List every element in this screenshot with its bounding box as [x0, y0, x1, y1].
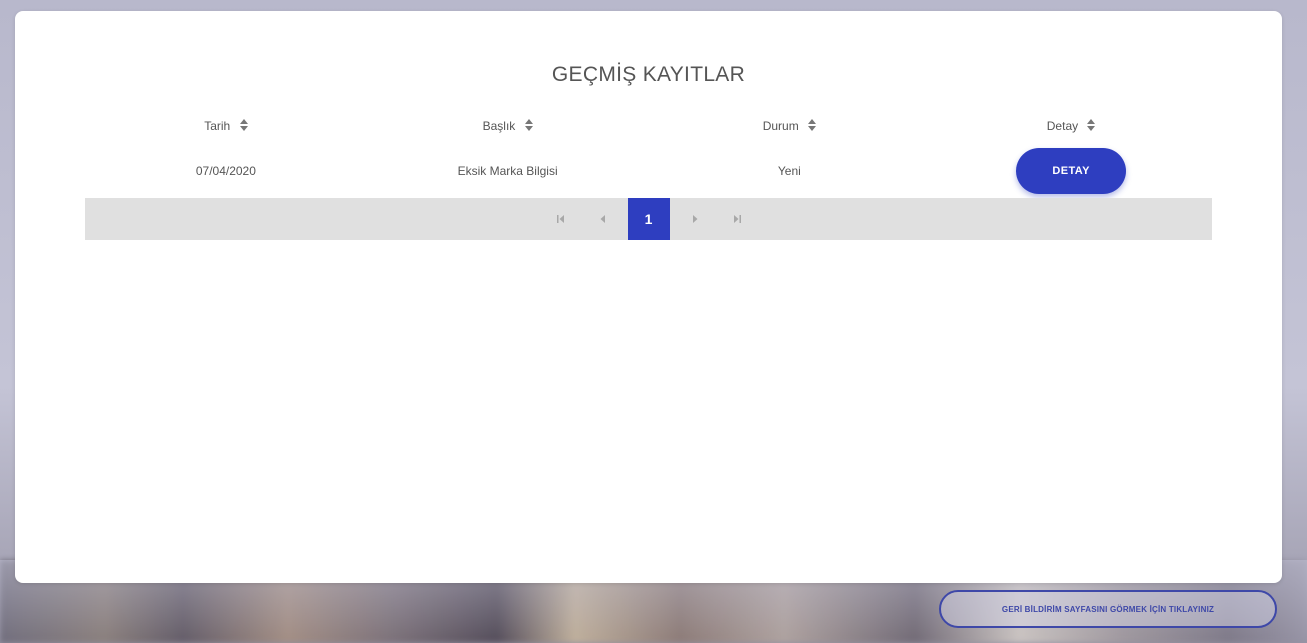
records-table: Tarih Başlık Durum Detay 07/04/2020 Eksi…: [85, 107, 1212, 197]
column-header-label: Durum: [762, 119, 799, 133]
prev-page-icon: [600, 215, 605, 223]
cell-durum: Yeni: [777, 164, 801, 178]
sort-icon: [808, 119, 817, 131]
column-header-label: Başlık: [482, 119, 516, 133]
pagination-bar: 1: [85, 198, 1212, 240]
page-number-button[interactable]: 1: [627, 198, 670, 240]
history-card: GEÇMİŞ KAYITLAR Tarih Başlık Durum Detay…: [15, 11, 1282, 583]
cell-detay: DETAY: [930, 148, 1212, 194]
cell-tarih: 07/04/2020: [195, 164, 256, 178]
column-header-durum[interactable]: Durum: [649, 119, 931, 133]
prev-page-button[interactable]: [582, 198, 624, 240]
column-header-detay[interactable]: Detay: [930, 119, 1212, 133]
next-page-button[interactable]: [674, 198, 716, 240]
table-header-row: Tarih Başlık Durum Detay: [85, 107, 1212, 145]
sort-icon: [239, 119, 248, 131]
first-page-button[interactable]: [540, 198, 582, 240]
cell-baslik: Eksik Marka Bilgisi: [457, 164, 558, 178]
first-page-icon: [556, 215, 564, 223]
column-header-baslik[interactable]: Başlık: [367, 119, 649, 133]
page-title: GEÇMİŞ KAYITLAR: [551, 63, 746, 86]
detail-button[interactable]: DETAY: [1016, 148, 1127, 194]
column-header-label: Tarih: [204, 119, 231, 133]
column-header-label: Detay: [1046, 119, 1079, 133]
column-header-tarih[interactable]: Tarih: [85, 119, 367, 133]
next-page-icon: [692, 215, 697, 223]
last-page-icon: [733, 215, 741, 223]
last-page-button[interactable]: [716, 198, 758, 240]
page: GEÇMİŞ KAYITLAR Tarih Başlık Durum Detay…: [0, 0, 1307, 643]
feedback-page-button[interactable]: GERİ BİLDİRİM SAYFASINI GÖRMEK İÇİN TIKL…: [939, 590, 1277, 628]
sort-icon: [1087, 119, 1096, 131]
table-row: 07/04/2020 Eksik Marka Bilgisi Yeni DETA…: [85, 145, 1212, 197]
sort-icon: [524, 119, 533, 131]
